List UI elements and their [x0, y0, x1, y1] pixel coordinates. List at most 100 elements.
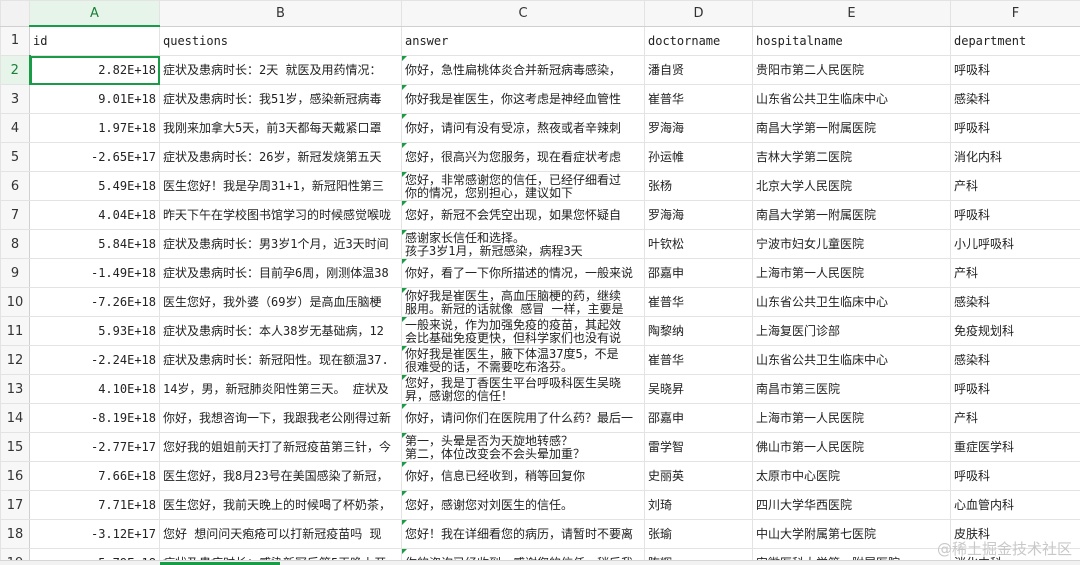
cell-b[interactable]: 症状及患病时长：我51岁，感染新冠病毒: [159, 84, 402, 114]
cell-d[interactable]: 潘自贤: [644, 55, 753, 85]
cell-d[interactable]: 崔普华: [644, 84, 753, 114]
cell-b[interactable]: 14岁，男，新冠肺炎阳性第三天。 症状及: [159, 374, 402, 404]
cell-e[interactable]: 北京大学人民医院: [752, 171, 951, 201]
cell-a[interactable]: -3.12E+17: [29, 519, 160, 549]
row-header[interactable]: 16: [0, 461, 30, 491]
cell-d[interactable]: 刘琦: [644, 490, 753, 520]
cell-b[interactable]: 您好我的姐姐前天打了新冠疫苗第三针，今: [159, 432, 402, 462]
cell-b[interactable]: 我刚来加拿大5天，前3天都每天戴紧口罩: [159, 113, 402, 143]
cell-a[interactable]: -8.19E+18: [29, 403, 160, 433]
row-header[interactable]: 6: [0, 171, 30, 201]
cell-d[interactable]: 罗海海: [644, 113, 753, 143]
cell-f[interactable]: 呼吸科: [950, 461, 1080, 491]
cell-d[interactable]: 崔普华: [644, 287, 753, 317]
cell-c[interactable]: 你好我是崔医生，你这考虑是神经血管性: [401, 84, 645, 114]
cell-c[interactable]: 您好，非常感谢您的信任，已经仔细看过 你的情况，您别担心，建议如下: [401, 171, 645, 201]
cell-e[interactable]: 上海市第一人民医院: [752, 403, 951, 433]
cell-d[interactable]: 崔普华: [644, 345, 753, 375]
cell-b[interactable]: 医生您好，我外婆（69岁）是高血压脑梗: [159, 287, 402, 317]
cell-e[interactable]: 上海复医门诊部: [752, 316, 951, 346]
row-header[interactable]: 7: [0, 200, 30, 230]
cell-f[interactable]: 小儿呼吸科: [950, 229, 1080, 259]
cell-d[interactable]: 吴晓昇: [644, 374, 753, 404]
cell-b[interactable]: 您好 想问问天疱疮可以打新冠疫苗吗 现: [159, 519, 402, 549]
cell-c[interactable]: 你好我是崔医生，高血压脑梗的药，继续 服用。新冠的话就像 感冒 一样，主要是: [401, 287, 645, 317]
row-header[interactable]: 11: [0, 316, 30, 346]
cell-f[interactable]: 感染科: [950, 287, 1080, 317]
cell-f[interactable]: 感染科: [950, 84, 1080, 114]
cell-d[interactable]: 陶黎纳: [644, 316, 753, 346]
cell-c[interactable]: 你好，看了一下你所描述的情况，一般来说: [401, 258, 645, 288]
cell-f[interactable]: 呼吸科: [950, 55, 1080, 85]
cell-a[interactable]: -2.65E+17: [29, 142, 160, 172]
cell-a[interactable]: -7.26E+18: [29, 287, 160, 317]
cell-e[interactable]: 南昌大学第一附属医院: [752, 200, 951, 230]
cell-d[interactable]: 邵嘉申: [644, 258, 753, 288]
cell-e[interactable]: 四川大学华西医院: [752, 490, 951, 520]
cell-b[interactable]: 医生您好，我前天晚上的时候喝了杯奶茶，: [159, 490, 402, 520]
cell-d[interactable]: doctorname: [644, 25, 753, 56]
cell-a[interactable]: 4.04E+18: [29, 200, 160, 230]
cell-f[interactable]: department: [950, 25, 1080, 56]
row-header[interactable]: 8: [0, 229, 30, 259]
cell-f[interactable]: 呼吸科: [950, 113, 1080, 143]
cell-b[interactable]: questions: [159, 25, 402, 56]
cell-d[interactable]: 雷学智: [644, 432, 753, 462]
cell-c[interactable]: 你好，急性扁桃体炎合并新冠病毒感染，: [401, 55, 645, 85]
cell-e[interactable]: 太原市中心医院: [752, 461, 951, 491]
row-header[interactable]: 18: [0, 519, 30, 549]
column-header-b[interactable]: B: [159, 0, 402, 27]
column-header-a[interactable]: A: [29, 0, 160, 27]
cell-c[interactable]: 感谢家长信任和选择。 孩子3岁1月，新冠感染，病程3天: [401, 229, 645, 259]
cell-a[interactable]: 4.10E+18: [29, 374, 160, 404]
cell-a[interactable]: 5.93E+18: [29, 316, 160, 346]
cell-d[interactable]: 孙运帷: [644, 142, 753, 172]
cell-e[interactable]: 佛山市第一人民医院: [752, 432, 951, 462]
row-header[interactable]: 5: [0, 142, 30, 172]
cell-a[interactable]: -2.77E+17: [29, 432, 160, 462]
cell-f[interactable]: 重症医学科: [950, 432, 1080, 462]
cell-c[interactable]: answer: [401, 25, 645, 56]
cell-b[interactable]: 症状及患病时长：本人38岁无基础病，12: [159, 316, 402, 346]
cell-b[interactable]: 医生您好，我8月23号在美国感染了新冠，: [159, 461, 402, 491]
cell-c[interactable]: 您好，新冠不会凭空出现，如果您怀疑自: [401, 200, 645, 230]
cell-a[interactable]: 9.01E+18: [29, 84, 160, 114]
row-header[interactable]: 14: [0, 403, 30, 433]
cell-f[interactable]: 消化内科: [950, 142, 1080, 172]
cell-c[interactable]: 你好，请问有没有受凉，熬夜或者辛辣刺: [401, 113, 645, 143]
cell-f[interactable]: 呼吸科: [950, 374, 1080, 404]
row-header[interactable]: 4: [0, 113, 30, 143]
row-header[interactable]: 3: [0, 84, 30, 114]
row-header[interactable]: 13: [0, 374, 30, 404]
cell-b[interactable]: 症状及患病时长：男3岁1个月，近3天时间: [159, 229, 402, 259]
cell-a[interactable]: 1.97E+18: [29, 113, 160, 143]
row-header[interactable]: 15: [0, 432, 30, 462]
cell-e[interactable]: 南昌大学第一附属医院: [752, 113, 951, 143]
cell-c[interactable]: 你好，信息已经收到，稍等回复你: [401, 461, 645, 491]
cell-c[interactable]: 您好！我在详细看您的病历，请暂时不要离: [401, 519, 645, 549]
cell-e[interactable]: 贵阳市第二人民医院: [752, 55, 951, 85]
cell-e[interactable]: hospitalname: [752, 25, 951, 56]
cell-e[interactable]: 中山大学附属第七医院: [752, 519, 951, 549]
cell-d[interactable]: 张瑜: [644, 519, 753, 549]
cell-e[interactable]: 吉林大学第二医院: [752, 142, 951, 172]
cell-f[interactable]: 产科: [950, 171, 1080, 201]
cell-a[interactable]: id: [29, 25, 160, 56]
cell-e[interactable]: 南昌市第三医院: [752, 374, 951, 404]
cell-e[interactable]: 山东省公共卫生临床中心: [752, 287, 951, 317]
select-all-corner[interactable]: [0, 0, 30, 27]
cell-e[interactable]: 宁波市妇女儿童医院: [752, 229, 951, 259]
cell-c[interactable]: 一般来说，作为加强免疫的疫苗，其起效 会比基础免疫更快，但科学家们也没有说: [401, 316, 645, 346]
cell-f[interactable]: 心血管内科: [950, 490, 1080, 520]
cell-e[interactable]: 上海市第一人民医院: [752, 258, 951, 288]
cell-c[interactable]: 第一，头晕是否为天旋地转感？ 第二，体位改变会不会头晕加重？: [401, 432, 645, 462]
cell-a[interactable]: -1.49E+18: [29, 258, 160, 288]
cell-b[interactable]: 症状及患病时长：26岁，新冠发烧第五天: [159, 142, 402, 172]
column-header-c[interactable]: C: [401, 0, 645, 27]
row-header[interactable]: 10: [0, 287, 30, 317]
column-header-f[interactable]: F: [950, 0, 1080, 27]
cell-a[interactable]: 2.82E+18: [29, 55, 160, 85]
row-header[interactable]: 1: [0, 25, 30, 56]
cell-b[interactable]: 症状及患病时长：新冠阳性。现在额温37.: [159, 345, 402, 375]
row-header[interactable]: 9: [0, 258, 30, 288]
